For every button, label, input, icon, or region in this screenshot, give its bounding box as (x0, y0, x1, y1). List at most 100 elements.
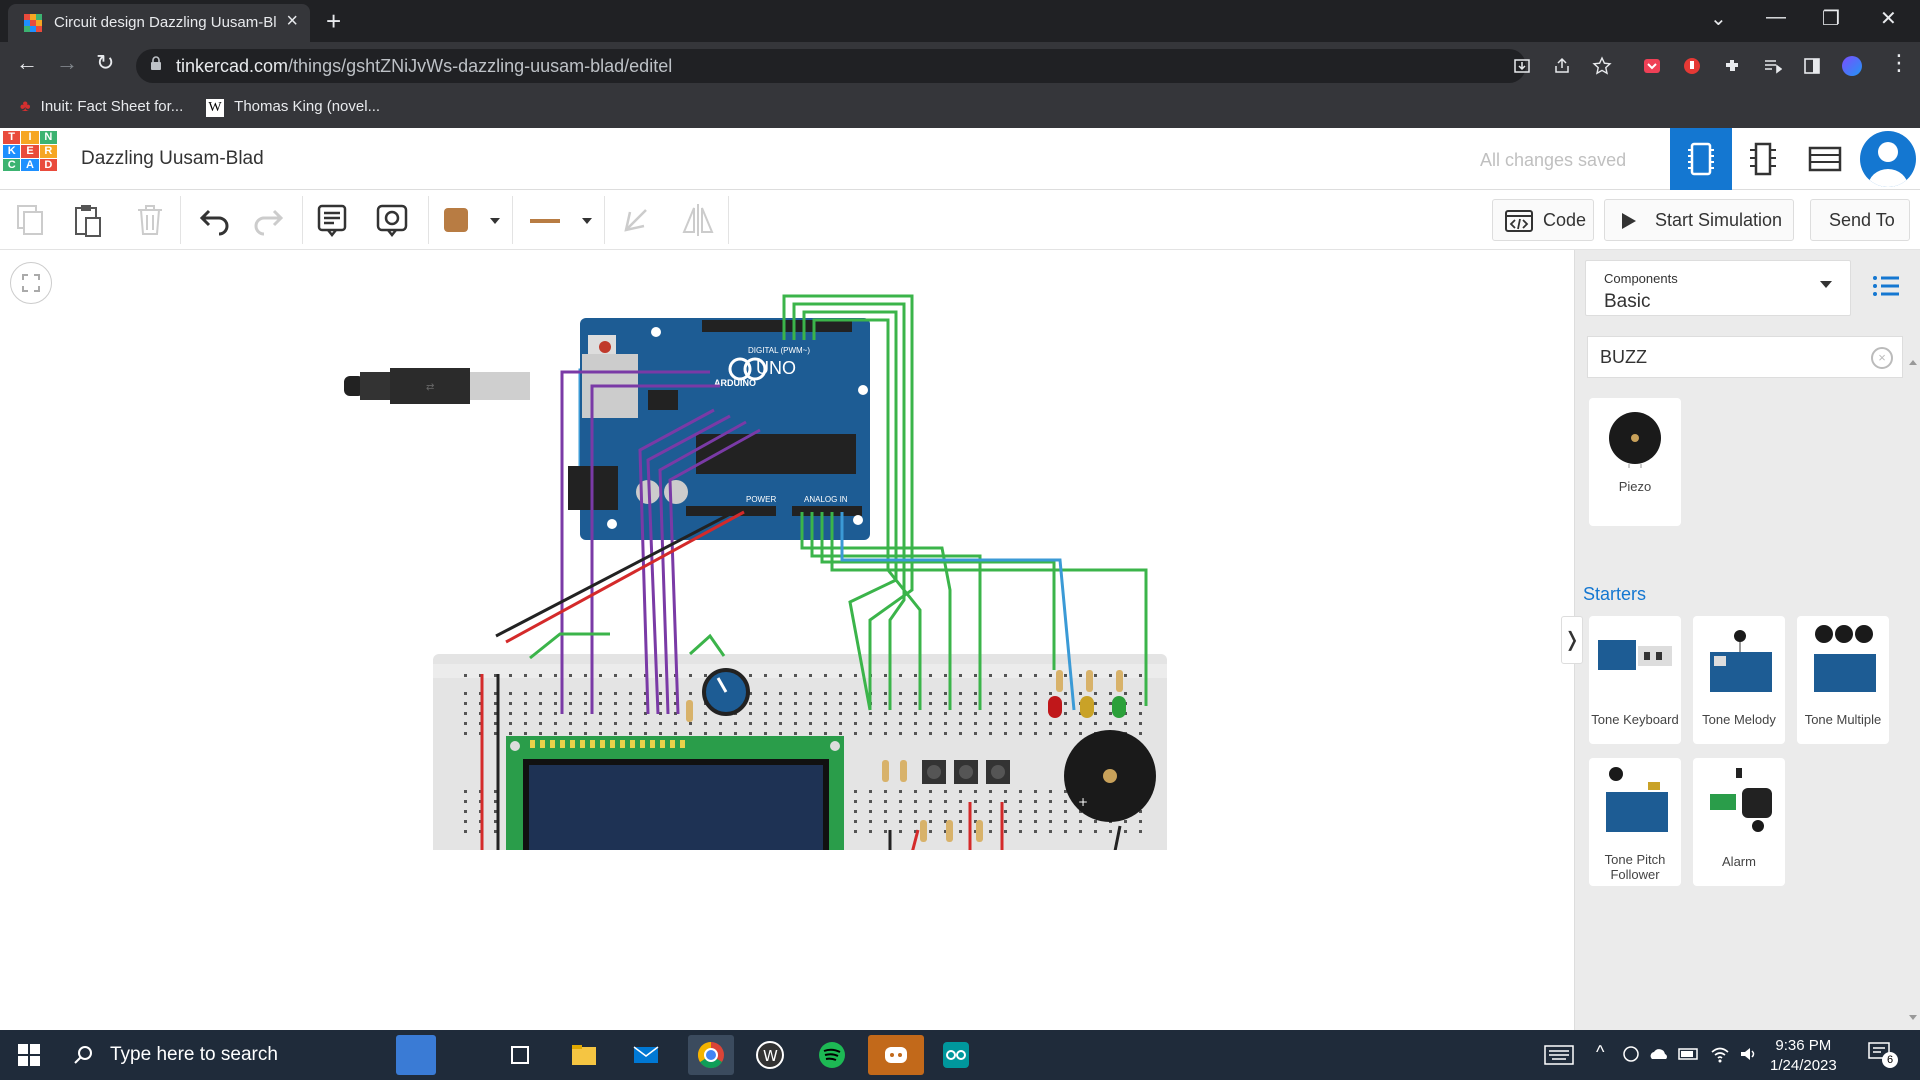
start-simulation-button[interactable]: Start Simulation (1604, 199, 1794, 241)
browser-tab[interactable]: Circuit design Dazzling Uusam-Bl × (8, 4, 310, 42)
new-tab-icon[interactable]: + (326, 6, 341, 37)
breadboard-rail-hole (749, 674, 752, 677)
pocket-extension-icon[interactable] (1642, 56, 1662, 76)
component-search-input[interactable]: BUZZ (1587, 336, 1903, 378)
keyboard-icon[interactable] (1544, 1044, 1574, 1066)
user-avatar[interactable] (1860, 131, 1916, 187)
resistor[interactable] (1056, 670, 1063, 692)
design-title[interactable]: Dazzling Uusam-Blad (81, 148, 264, 170)
logo-letter: K (3, 144, 21, 158)
taskbar-search-box[interactable]: Type here to search (62, 1030, 400, 1080)
breadboard-hole (734, 732, 737, 735)
spotify-icon[interactable] (812, 1035, 852, 1075)
windows-start-icon[interactable] (18, 1044, 40, 1066)
leds[interactable] (1048, 696, 1126, 718)
starter-label: Tone Melody (1702, 712, 1776, 727)
forward-arrow-icon[interactable]: → (56, 50, 78, 76)
battery-icon[interactable] (1678, 1046, 1700, 1062)
resistor[interactable] (1116, 670, 1123, 692)
circuit-view-button[interactable] (1670, 128, 1732, 190)
adblock-extension-icon[interactable] (1682, 56, 1702, 76)
side-panel-icon[interactable] (1802, 56, 1822, 76)
resistor[interactable] (946, 820, 953, 842)
url-input[interactable]: tinkercad.com/things/gshtZNiJvWs-dazzlin… (136, 49, 1526, 83)
tinkercad-logo[interactable]: T I N K E R C A D (3, 131, 57, 185)
install-app-icon[interactable] (1512, 56, 1532, 76)
notification-center[interactable]: 6 (1868, 1042, 1898, 1068)
resistor[interactable] (900, 760, 907, 782)
close-tab-icon[interactable]: × (286, 10, 298, 33)
task-view-icon[interactable] (500, 1035, 540, 1075)
bookmark-item[interactable]: ♣ Inuit: Fact Sheet for... (20, 98, 183, 116)
breadboard-hole (824, 732, 827, 735)
starter-card-tone-multiple[interactable]: Tone Multiple (1797, 616, 1889, 744)
share-icon[interactable] (1552, 56, 1572, 76)
rotate-icon[interactable] (616, 200, 656, 240)
send-to-button[interactable]: Send To (1810, 199, 1910, 241)
circuit-drawing[interactable]: ⇄ UNO ARDUINO DIGITAL (PWM~) POWER ANALO… (330, 290, 1190, 850)
starter-card-tone-melody[interactable]: Tone Melody (1693, 616, 1785, 744)
more-menu-icon[interactable]: ⋮ (1888, 50, 1910, 76)
resistor[interactable] (686, 700, 693, 722)
onedrive-icon[interactable] (1648, 1045, 1670, 1063)
potentiometer[interactable] (702, 668, 750, 716)
reload-icon[interactable]: ↻ (96, 50, 114, 76)
back-arrow-icon[interactable]: ← (16, 50, 38, 76)
restore-icon[interactable]: ❐ (1822, 6, 1840, 31)
breadboard-hole (944, 790, 947, 793)
system-clock[interactable]: 9:36 PM 1/24/2023 (1770, 1036, 1837, 1076)
redo-icon[interactable] (250, 200, 290, 240)
resistor[interactable] (882, 760, 889, 782)
schematic-view-button[interactable] (1732, 128, 1794, 190)
wire-type-picker[interactable] (520, 200, 598, 240)
components-dropdown[interactable]: Components Basic (1585, 260, 1851, 316)
starter-card-tone-keyboard[interactable]: Tone Keyboard (1589, 616, 1681, 744)
collapse-panel-button[interactable]: ❭ (1561, 616, 1583, 664)
volume-icon[interactable] (1738, 1044, 1758, 1064)
circuit-canvas[interactable]: ⇄ UNO ARDUINO DIGITAL (PWM~) POWER ANALO… (0, 250, 1574, 1030)
wifi-icon[interactable] (1710, 1044, 1730, 1064)
chevron-up-icon[interactable]: ^ (1596, 1042, 1604, 1063)
starter-card-tone-pitch-follower[interactable]: Tone Pitch Follower (1589, 758, 1681, 886)
resistor[interactable] (920, 820, 927, 842)
arduino-ide-icon[interactable] (936, 1035, 976, 1075)
discord-taskbar-button[interactable] (868, 1035, 924, 1075)
minimize-icon[interactable]: — (1766, 6, 1786, 29)
close-window-icon[interactable]: ✕ (1880, 6, 1897, 31)
resistor[interactable] (1086, 670, 1093, 692)
component-list-button[interactable] (1794, 128, 1856, 190)
notes-icon[interactable] (312, 200, 352, 240)
tab-search-chevron-icon[interactable]: ⌄ (1710, 6, 1727, 31)
component-card-piezo[interactable]: Piezo (1589, 398, 1681, 526)
code-button[interactable]: Code (1492, 199, 1594, 241)
starter-card-alarm[interactable]: Alarm (1693, 758, 1785, 886)
delete-icon[interactable] (130, 200, 170, 240)
paste-icon[interactable] (68, 200, 108, 240)
wattpad-icon[interactable]: W (750, 1035, 790, 1075)
book-app-icon[interactable] (396, 1035, 436, 1075)
color-picker[interactable] (436, 200, 506, 240)
panel-scrollbar[interactable] (1908, 360, 1918, 1020)
bookmark-star-icon[interactable] (1592, 56, 1612, 76)
piezo-buzzer[interactable]: + (1064, 730, 1156, 822)
profile-avatar[interactable] (1842, 56, 1862, 76)
arduino-uno-board[interactable]: UNO ARDUINO DIGITAL (PWM~) POWER ANALOG … (568, 318, 870, 540)
pushbuttons[interactable] (922, 760, 1010, 784)
visibility-icon[interactable] (372, 200, 412, 240)
bookmark-item[interactable]: W Thomas King (novel... (206, 98, 380, 117)
chrome-taskbar-button[interactable] (688, 1035, 734, 1075)
lcd-display[interactable] (506, 736, 844, 850)
mail-icon[interactable] (626, 1035, 666, 1075)
flip-icon[interactable] (678, 200, 718, 240)
undo-icon[interactable] (193, 200, 233, 240)
resistor[interactable] (976, 820, 983, 842)
usb-cable[interactable]: ⇄ (344, 368, 530, 404)
media-queue-icon[interactable] (1762, 56, 1782, 76)
list-view-icon[interactable] (1871, 274, 1901, 298)
extensions-puzzle-icon[interactable] (1722, 56, 1742, 76)
file-explorer-icon[interactable] (564, 1035, 604, 1075)
clear-search-icon[interactable]: × (1871, 347, 1893, 369)
zoom-to-fit-button[interactable] (10, 262, 52, 304)
copy-icon[interactable] (10, 200, 50, 240)
meet-now-icon[interactable] (1622, 1045, 1640, 1065)
